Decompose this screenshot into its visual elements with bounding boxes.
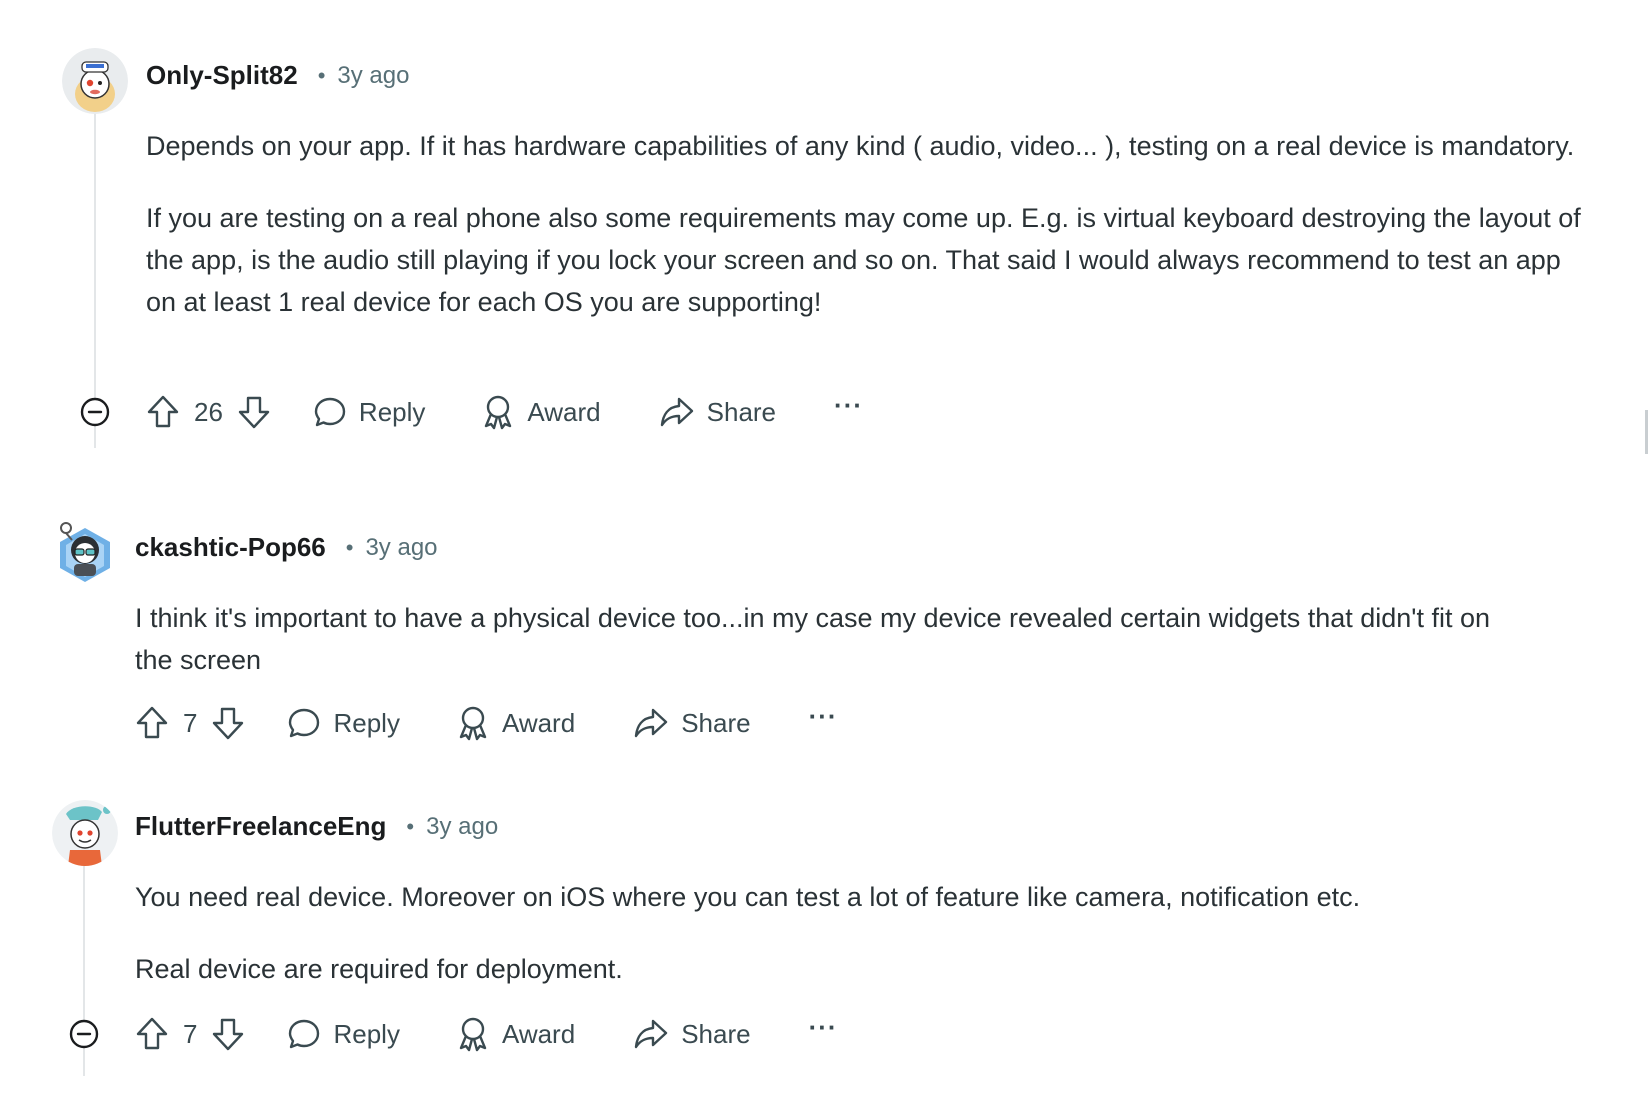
upvote-button[interactable] — [146, 394, 180, 430]
vote-count: 7 — [183, 1018, 198, 1049]
award-label: Award — [501, 707, 576, 738]
downvote-button[interactable] — [211, 705, 245, 741]
reply-bubble-icon — [289, 708, 320, 738]
downvote-button[interactable] — [237, 394, 271, 430]
reply-bubble-icon — [289, 1019, 320, 1049]
timestamp[interactable]: 3y ago — [365, 534, 437, 562]
avatar-image — [60, 522, 110, 582]
avatar[interactable] — [62, 48, 128, 114]
separator-dot: • — [317, 62, 326, 88]
downvote-arrow-icon — [238, 396, 270, 429]
comment-actions: 7 Reply Award Share ··· — [135, 701, 838, 745]
share-label: Share — [681, 1018, 751, 1049]
comment-paragraph: Real device are required for deployment. — [135, 954, 623, 984]
collapse-button[interactable] — [80, 397, 110, 427]
award-ribbon-icon — [485, 395, 512, 430]
timestamp[interactable]: 3y ago — [426, 813, 498, 841]
upvote-arrow-icon — [136, 1017, 168, 1050]
comment-paragraph: If you are testing on a real phone also … — [146, 203, 1581, 317]
award-button[interactable]: Award — [456, 1016, 575, 1052]
upvote-arrow-icon — [136, 706, 168, 739]
more-options-button[interactable]: ··· — [834, 390, 863, 421]
comment-meta: FlutterFreelanceEng • 3y ago — [135, 811, 498, 842]
upvote-button[interactable] — [135, 705, 169, 741]
reply-button[interactable]: Reply — [287, 1017, 400, 1051]
share-label: Share — [681, 707, 751, 738]
reply-label: Reply — [333, 1018, 400, 1049]
reply-button[interactable]: Reply — [313, 395, 425, 429]
separator-dot: • — [406, 813, 415, 839]
comment-meta: ckashtic-Pop66 • 3y ago — [135, 532, 438, 563]
award-label: Award — [501, 1018, 576, 1049]
reply-button[interactable]: Reply — [287, 706, 400, 740]
avatar-image — [62, 48, 128, 114]
award-button[interactable]: Award — [456, 705, 575, 741]
comment-actions: 26 Reply Award Share ··· — [146, 390, 863, 434]
award-button[interactable]: Award — [481, 394, 601, 430]
collapse-minus-icon — [80, 397, 110, 427]
more-options-button[interactable]: ··· — [809, 1012, 838, 1043]
avatar-image — [52, 800, 118, 866]
collapse-minus-icon — [69, 1019, 99, 1049]
award-ribbon-icon — [459, 1017, 487, 1052]
comment-body: You need real device. Moreover on iOS wh… — [135, 876, 1575, 990]
reply-label: Reply — [358, 396, 426, 427]
comment-paragraph: I think it's important to have a physica… — [135, 603, 1490, 675]
reply-bubble-icon — [314, 397, 346, 427]
timestamp[interactable]: 3y ago — [337, 62, 409, 90]
separator-dot: • — [345, 534, 354, 560]
collapse-button[interactable] — [69, 1019, 99, 1049]
comment-body: Depends on your app. If it has hardware … — [146, 125, 1586, 323]
award-label: Award — [527, 396, 601, 427]
comment-actions: 7 Reply Award Share ··· — [135, 1012, 838, 1056]
upvote-arrow-icon — [147, 395, 179, 428]
username[interactable]: ckashtic-Pop66 — [135, 532, 326, 563]
downvote-arrow-icon — [213, 707, 244, 740]
share-button[interactable]: Share — [633, 706, 751, 740]
downvote-arrow-icon — [213, 1018, 244, 1051]
share-arrow-icon — [660, 397, 693, 427]
comment-paragraph: Depends on your app. If it has hardware … — [146, 131, 1575, 161]
reply-label: Reply — [333, 707, 400, 738]
comment-body: I think it's important to have a physica… — [135, 597, 1535, 681]
vote-count: 7 — [183, 707, 198, 738]
comment-meta: Only-Split82 • 3y ago — [146, 60, 409, 91]
share-label: Share — [706, 396, 777, 427]
award-ribbon-icon — [459, 706, 487, 741]
upvote-button[interactable] — [135, 1016, 169, 1052]
avatar[interactable] — [54, 516, 116, 588]
avatar[interactable] — [52, 800, 118, 866]
comment-paragraph: You need real device. Moreover on iOS wh… — [135, 882, 1361, 912]
username[interactable]: FlutterFreelanceEng — [135, 811, 386, 842]
share-arrow-icon — [634, 1019, 668, 1049]
username[interactable]: Only-Split82 — [146, 60, 298, 91]
share-button[interactable]: Share — [633, 1017, 751, 1051]
more-options-button[interactable]: ··· — [809, 701, 838, 732]
vote-count: 26 — [194, 396, 223, 427]
share-button[interactable]: Share — [659, 395, 776, 429]
share-arrow-icon — [634, 708, 668, 738]
downvote-button[interactable] — [211, 1016, 245, 1052]
